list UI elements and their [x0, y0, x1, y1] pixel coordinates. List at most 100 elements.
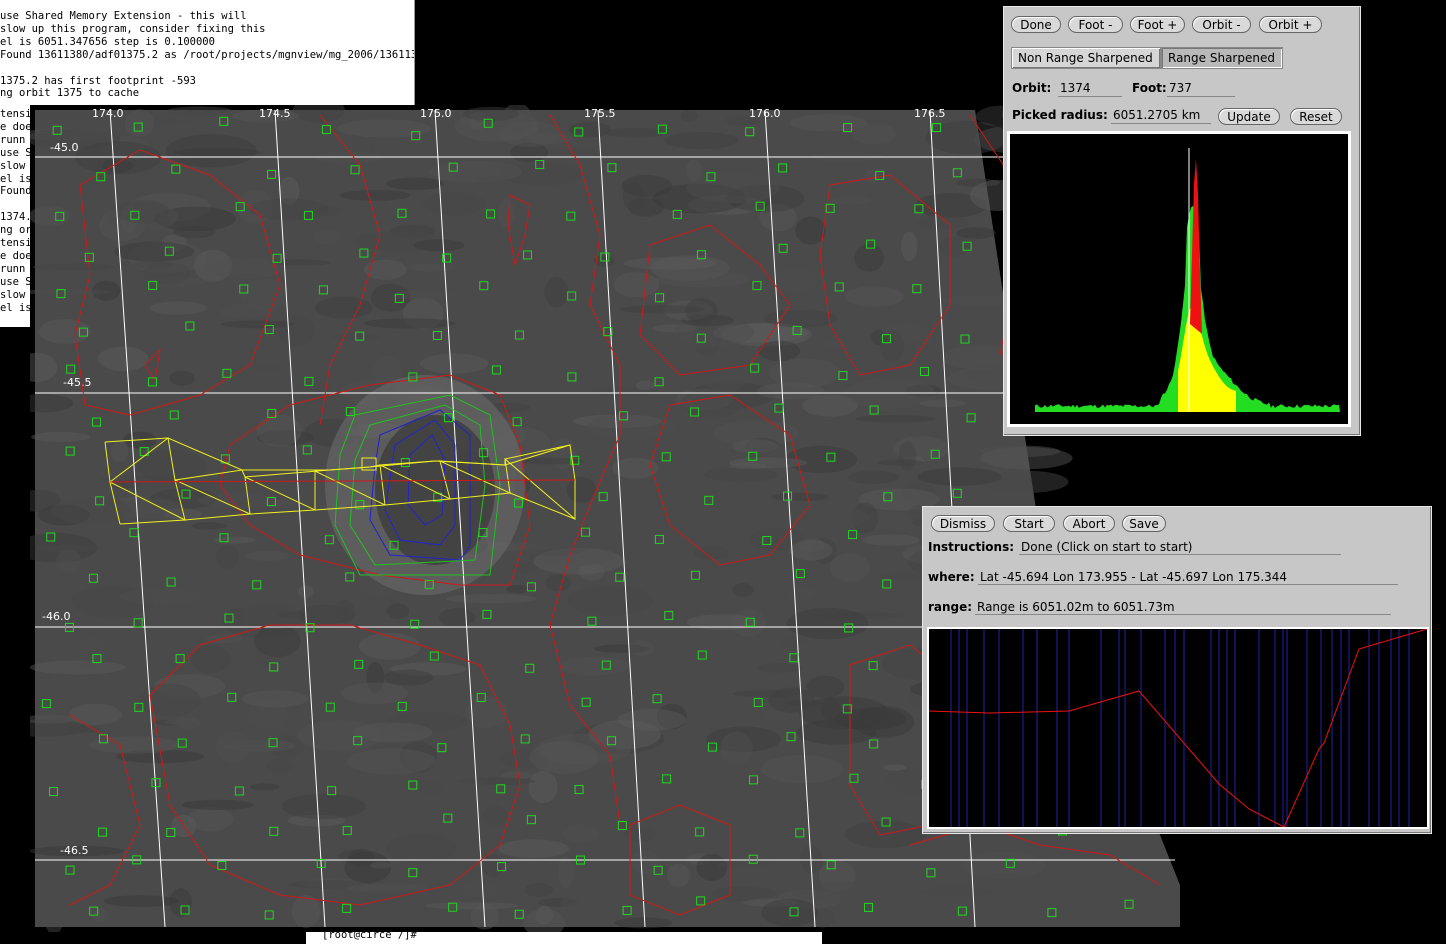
texture-patch [32, 263, 116, 271]
done-button[interactable]: Done [1011, 16, 1061, 33]
texture-patch [254, 624, 301, 657]
texture-patch [760, 755, 843, 784]
texture-patch [363, 318, 456, 329]
foot-input[interactable] [1167, 80, 1235, 97]
tab-range-sharpened[interactable]: Range Sharpened [1161, 47, 1283, 69]
longitude-label: 176.0 [749, 107, 781, 120]
texture-patch [566, 476, 597, 503]
texture-patch [111, 686, 201, 718]
terminal-line: use Shared Memory Extension - this will [0, 10, 247, 22]
texture-patch [732, 439, 779, 454]
picked-radius-label: Picked radius: [1012, 108, 1108, 122]
texture-patch [38, 318, 91, 344]
texture-patch [795, 216, 826, 245]
texture-patch [793, 881, 880, 903]
texture-patch [567, 585, 653, 616]
texture-patch [103, 895, 179, 907]
texture-patch [115, 199, 170, 224]
orbit-plus-button[interactable]: Orbit + [1259, 16, 1322, 33]
texture-patch [557, 856, 574, 889]
texture-patch [216, 731, 251, 763]
terminal-line: e doe [0, 249, 32, 262]
texture-patch [544, 276, 569, 308]
texture-patch [341, 682, 408, 705]
histogram-plot[interactable] [1007, 131, 1351, 427]
texture-patch [111, 439, 128, 463]
texture-patch [75, 141, 162, 175]
texture-patch [522, 609, 551, 642]
terminal-line: slow u [0, 159, 34, 172]
foot-minus-button[interactable]: Foot - [1068, 16, 1123, 33]
range-label: range: [928, 600, 973, 614]
texture-patch [979, 445, 1061, 458]
texture-patch [339, 189, 411, 201]
texture-patch [169, 370, 195, 386]
terminal-line: tensi [0, 108, 32, 120]
texture-patch [617, 708, 686, 731]
texture-patch [883, 764, 907, 771]
save-button[interactable]: Save [1122, 515, 1166, 532]
dismiss-button[interactable]: Dismiss [931, 515, 995, 532]
terminal-line: Found 13611380/adf01375.2 as /root/proje… [0, 48, 415, 61]
picked-radius-input[interactable] [1111, 107, 1211, 124]
texture-patch [544, 574, 572, 592]
texture-patch [345, 883, 428, 893]
texture-patch [219, 303, 270, 318]
texture-patch [165, 717, 197, 726]
latitude-label: -45.0 [50, 141, 78, 154]
texture-patch [483, 805, 508, 826]
texture-patch [862, 534, 920, 546]
texture-patch [413, 239, 465, 252]
texture-patch [771, 492, 829, 502]
where-label: where: [928, 570, 975, 584]
abort-button[interactable]: Abort [1063, 515, 1115, 532]
terminal-line: use Sh [0, 275, 34, 288]
elevation-profile-plot[interactable] [927, 627, 1429, 829]
tab-non-range-sharpened[interactable]: Non Range Sharpened [1011, 47, 1161, 69]
texture-patch [621, 174, 673, 198]
reset-button[interactable]: Reset [1290, 108, 1342, 125]
terminal-line: slow u [0, 288, 34, 301]
texture-patch [898, 441, 917, 471]
texture-patch [732, 690, 799, 698]
texture-patch [562, 823, 599, 843]
terminal-line: tensi [0, 237, 32, 250]
terminal-window-behind[interactable]: tensie doerunnuse Shslow uel isFound 137… [0, 107, 34, 327]
terminal-line: slow up this program, consider fixing th… [0, 22, 266, 35]
texture-patch [847, 470, 900, 485]
foot-label: Foot: [1132, 81, 1167, 95]
texture-patch [613, 272, 660, 298]
texture-patch [664, 132, 739, 150]
texture-patch [97, 346, 149, 372]
foot-plus-button[interactable]: Foot + [1130, 16, 1185, 33]
where-text: Lat -45.694 Lon 173.955 - Lat -45.697 Lo… [978, 570, 1398, 585]
texture-patch [844, 286, 904, 307]
orbit-minus-button[interactable]: Orbit - [1192, 16, 1251, 33]
texture-patch [876, 459, 925, 466]
texture-patch [445, 594, 537, 604]
texture-patch [763, 309, 838, 328]
texture-patch [703, 467, 779, 483]
texture-patch [628, 640, 654, 656]
texture-patch [313, 229, 341, 245]
texture-patch [916, 467, 1003, 486]
texture-patch [756, 663, 803, 673]
texture-patch [31, 431, 90, 443]
terminal-line: use Sh [0, 146, 34, 159]
texture-patch [347, 848, 375, 868]
start-button[interactable]: Start [1003, 515, 1055, 532]
texture-patch [358, 632, 421, 660]
texture-patch [831, 196, 872, 205]
orbit-input[interactable] [1058, 80, 1122, 97]
terminal-line: runn [0, 262, 26, 275]
texture-patch [855, 414, 937, 423]
update-button[interactable]: Update [1218, 108, 1280, 125]
texture-patch [407, 263, 457, 272]
texture-patch [428, 160, 523, 183]
elevation-profile-line [928, 628, 1428, 828]
texture-patch [265, 758, 293, 775]
texture-patch [773, 267, 818, 294]
terminal-window[interactable]: use Shared Memory Extension - this will s… [0, 0, 415, 107]
longitude-label: 175.5 [584, 107, 616, 120]
texture-patch [560, 656, 629, 676]
